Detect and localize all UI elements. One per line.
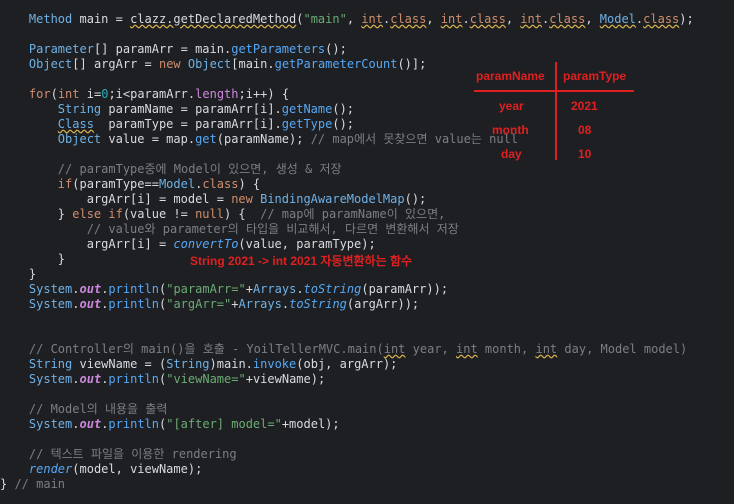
conversion-note: String 2021 -> int 2021 자동변환하는 함수 (190, 254, 413, 268)
code-line: } else if(value != null) { // map에 param… (0, 207, 446, 221)
code-line: Class paramType = paramArr[i].getType(); (57, 117, 355, 131)
row-day-name: day (501, 147, 522, 161)
row-year-value: 2021 (571, 99, 598, 113)
row-year-name: year (499, 99, 524, 113)
code-line: } // main (0, 477, 66, 491)
code-line: Method main = clazz.getDeclaredMethod("m… (28, 12, 694, 26)
code-line: argArr[i] = convertTo(value, paramType); (0, 237, 376, 251)
code-line: String viewName = (String)main.invoke(ob… (28, 357, 398, 371)
code-line: Parameter[] paramArr = main.getParameter… (28, 42, 347, 56)
code-line: // 텍스트 파일을 이용한 rendering (28, 447, 237, 461)
code-line: for(int i=0;i<paramArr.length;i++) { (28, 87, 290, 101)
code-line: // value와 parameter의 타입을 비교해서, 다르면 변환해서 … (86, 222, 459, 236)
header-param-name: paramName (476, 69, 545, 83)
code-line: System.out.println("viewName="+viewName)… (28, 372, 326, 386)
code-line: if(paramType==Model.class) { (57, 177, 261, 191)
header-param-type: paramType (563, 69, 627, 83)
row-month-value: 08 (578, 123, 592, 137)
code-line: render(model, viewName); (28, 462, 203, 476)
code-line: // paramType중에 Model이 있으면, 생성 & 저장 (57, 162, 342, 176)
row-month-name: month (492, 123, 529, 137)
code-line: // Controller의 main()을 호출 - YoilTellerMV… (28, 342, 688, 356)
code-line: Object[] argArr = new Object[main.getPar… (28, 57, 427, 71)
table-vertical-divider (555, 62, 557, 160)
code-line: String paramName = paramArr[i].getName()… (57, 102, 355, 116)
code-line: Object value = map.get(paramName); // ma… (57, 132, 519, 146)
code-line: System.out.println("[after] model="+mode… (28, 417, 340, 431)
code-line: argArr[i] = model = new BindingAwareMode… (0, 192, 427, 206)
table-horizontal-divider (474, 90, 634, 92)
row-day-value: 10 (578, 147, 592, 161)
code-line: } (0, 267, 37, 281)
code-line: // Model의 내용을 출력 (28, 402, 168, 416)
code-line: } (0, 252, 66, 266)
code-line: System.out.println("paramArr="+Arrays.to… (28, 282, 449, 296)
code-line: System.out.println("argArr="+Arrays.toSt… (28, 297, 420, 311)
